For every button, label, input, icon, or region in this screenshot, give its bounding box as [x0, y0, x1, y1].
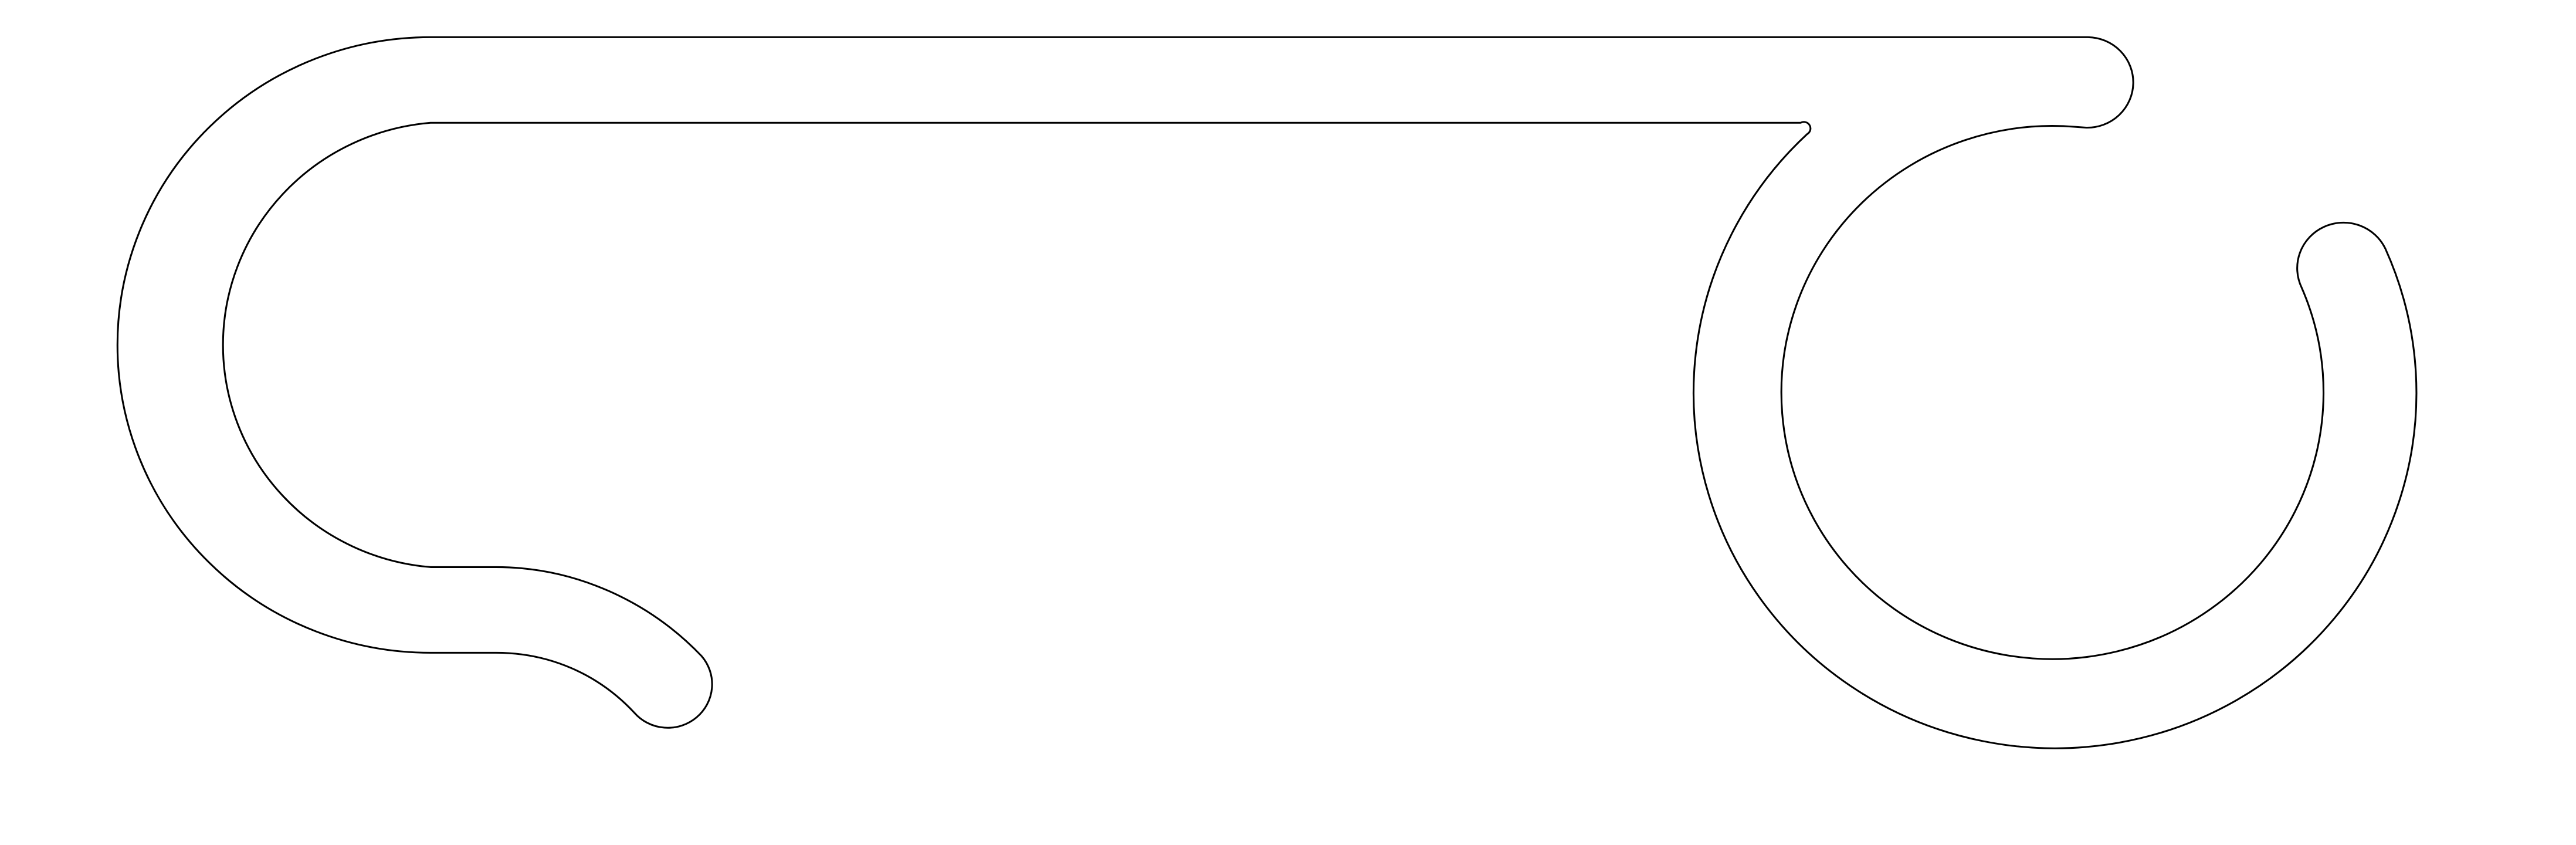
hook-outline-drawing	[0, 0, 2576, 845]
outer-contour	[116, 36, 2418, 749]
hook-outline	[116, 36, 2418, 749]
